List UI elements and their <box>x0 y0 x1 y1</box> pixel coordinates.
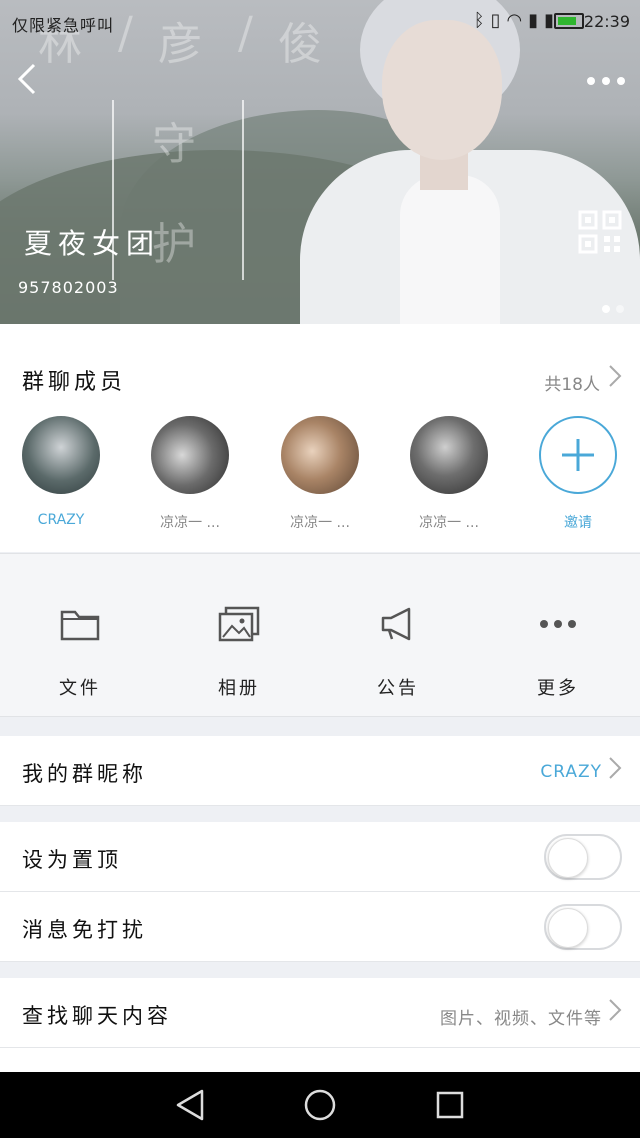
circle-home-icon <box>304 1089 336 1121</box>
status-bar: 仅限紧急呼叫 ᛒ▯◠▮▮ 22:39 <box>0 0 640 44</box>
chevron-right-icon <box>608 998 622 1028</box>
nickname-value: CRAZY <box>540 762 602 782</box>
tool-label: 公告 <box>377 678 419 699</box>
more-tool[interactable]: 更多 <box>508 604 608 700</box>
group-name: 夏夜女团 <box>24 227 161 260</box>
system-navigation-bar <box>0 1072 640 1138</box>
tool-label: 文件 <box>59 678 101 699</box>
more-dots-icon <box>587 77 625 85</box>
tool-label: 更多 <box>537 678 579 699</box>
member-name: CRAZY <box>37 512 85 528</box>
group-cover-header: 林 / 彦 / 俊 守 护 仅限紧急呼叫 ᛒ▯◠▮▮ 22:39 夏夜女团 95… <box>0 0 640 324</box>
chevron-right-icon <box>608 756 622 786</box>
group-id: 957802003 <box>18 278 119 297</box>
announcement-icon <box>381 607 411 641</box>
cover-divider-line <box>242 100 244 280</box>
plus-icon <box>562 439 594 471</box>
sim1-icon: ▮ <box>528 10 545 31</box>
battery-icon <box>554 13 584 29</box>
clock: 22:39 <box>583 12 630 31</box>
nav-home-button[interactable] <box>303 1088 337 1126</box>
chevron-right-icon[interactable] <box>608 364 622 394</box>
invite-label: 邀请 <box>564 515 592 531</box>
tool-label: 相册 <box>218 678 260 699</box>
member-avatar[interactable] <box>151 416 229 494</box>
member-name: 凉凉一 ... <box>290 515 350 531</box>
qr-code-button[interactable] <box>578 210 622 254</box>
row-label: 消息免打扰 <box>22 918 147 942</box>
row-label: 设为置顶 <box>22 848 122 872</box>
search-hint: 图片、视频、文件等 <box>440 1009 602 1029</box>
row-label: 我的群昵称 <box>22 762 147 786</box>
chevron-left-icon <box>17 63 36 95</box>
do-not-disturb-toggle[interactable] <box>544 904 622 950</box>
wifi-icon: ◠ <box>506 10 529 31</box>
member-count[interactable]: 共18人 <box>544 370 600 395</box>
member-avatar[interactable] <box>281 416 359 494</box>
album-tool[interactable]: 相册 <box>189 604 289 700</box>
cover-calligraphy-char: 守 <box>152 119 196 170</box>
group-info-page: 林 / 彦 / 俊 守 护 仅限紧急呼叫 ᛒ▯◠▮▮ 22:39 夏夜女团 95… <box>0 0 640 1138</box>
next-row-partial <box>0 1048 640 1072</box>
search-chat-row[interactable]: 查找聊天内容 图片、视频、文件等 <box>0 978 640 1048</box>
pin-to-top-row: 设为置顶 <box>0 822 640 892</box>
cover-photo-person <box>300 0 640 324</box>
bluetooth-icon: ᛒ <box>473 10 491 31</box>
triangle-back-icon <box>176 1089 204 1121</box>
announcement-tool[interactable]: 公告 <box>348 604 448 700</box>
member-avatar[interactable] <box>410 416 488 494</box>
vibrate-icon: ▯ <box>490 10 507 31</box>
album-icon <box>218 606 260 642</box>
qr-code-icon <box>578 210 622 254</box>
do-not-disturb-row: 消息免打扰 <box>0 892 640 962</box>
more-options-button[interactable] <box>586 68 626 92</box>
my-nickname-row[interactable]: 我的群昵称 CRAZY <box>0 736 640 806</box>
more-dots-icon <box>540 620 576 628</box>
nav-back-button[interactable] <box>174 1088 206 1126</box>
status-icons: ᛒ▯◠▮▮ <box>474 10 560 31</box>
member-name: 凉凉一 ... <box>160 515 220 531</box>
members-section: 群聊成员 共18人 CRAZY 凉凉一 ... 凉凉一 ... 凉凉一 ... … <box>0 324 640 552</box>
files-tool[interactable]: 文件 <box>30 604 130 700</box>
carrier-text: 仅限紧急呼叫 <box>12 16 115 35</box>
folder-icon <box>60 610 100 641</box>
cover-page-indicator <box>596 298 624 317</box>
member-name: 凉凉一 ... <box>419 515 479 531</box>
back-button[interactable] <box>14 62 44 95</box>
nav-recents-button[interactable] <box>434 1088 466 1126</box>
row-label: 查找聊天内容 <box>22 1004 172 1028</box>
square-recents-icon <box>436 1091 464 1119</box>
members-title[interactable]: 群聊成员 <box>22 364 126 396</box>
member-avatar[interactable] <box>22 416 100 494</box>
group-tools-grid: 文件 相册 公告 更多 <box>0 553 640 717</box>
pin-to-top-toggle[interactable] <box>544 834 622 880</box>
invite-member-button[interactable] <box>539 416 617 494</box>
